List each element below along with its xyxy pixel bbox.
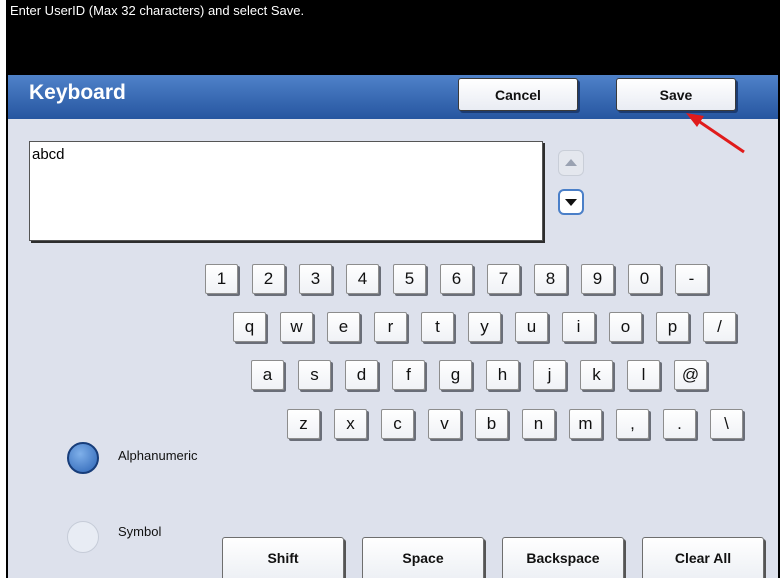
key[interactable]: x bbox=[334, 409, 367, 439]
clear-all-button[interactable]: Clear All bbox=[642, 537, 764, 578]
key[interactable]: c bbox=[381, 409, 414, 439]
key[interactable]: 0 bbox=[628, 264, 661, 294]
key[interactable]: l bbox=[627, 360, 660, 390]
shift-button[interactable]: Shift bbox=[222, 537, 344, 578]
key[interactable]: n bbox=[522, 409, 555, 439]
key[interactable]: q bbox=[233, 312, 266, 342]
key[interactable]: , bbox=[616, 409, 649, 439]
symbol-label: Symbol bbox=[118, 524, 162, 539]
key[interactable]: 9 bbox=[581, 264, 614, 294]
key[interactable]: r bbox=[374, 312, 407, 342]
key[interactable]: y bbox=[468, 312, 501, 342]
key[interactable]: g bbox=[439, 360, 472, 390]
key[interactable]: z bbox=[287, 409, 320, 439]
key[interactable]: p bbox=[656, 312, 689, 342]
key[interactable]: 8 bbox=[534, 264, 567, 294]
key[interactable]: b bbox=[475, 409, 508, 439]
key[interactable]: k bbox=[580, 360, 613, 390]
key[interactable]: j bbox=[533, 360, 566, 390]
key[interactable]: a bbox=[251, 360, 284, 390]
key[interactable]: u bbox=[515, 312, 548, 342]
key[interactable]: h bbox=[486, 360, 519, 390]
key[interactable]: 5 bbox=[393, 264, 426, 294]
key[interactable]: 4 bbox=[346, 264, 379, 294]
key[interactable]: / bbox=[703, 312, 736, 342]
key[interactable]: 2 bbox=[252, 264, 285, 294]
key[interactable]: s bbox=[298, 360, 331, 390]
message-bar: Enter UserID (Max 32 characters) and sel… bbox=[8, 0, 778, 75]
key[interactable]: w bbox=[280, 312, 313, 342]
key[interactable]: \ bbox=[710, 409, 743, 439]
key[interactable]: 7 bbox=[487, 264, 520, 294]
key[interactable]: 1 bbox=[205, 264, 238, 294]
scroll-down-icon[interactable] bbox=[558, 189, 584, 215]
symbol-radio[interactable] bbox=[67, 521, 99, 553]
header-bar: Keyboard Cancel Save bbox=[8, 75, 778, 119]
key[interactable]: d bbox=[345, 360, 378, 390]
alphanumeric-radio[interactable] bbox=[67, 442, 99, 474]
key[interactable]: o bbox=[609, 312, 642, 342]
key[interactable]: e bbox=[327, 312, 360, 342]
key[interactable]: 3 bbox=[299, 264, 332, 294]
space-button[interactable]: Space bbox=[362, 537, 484, 578]
page-title: Keyboard bbox=[29, 81, 126, 104]
key[interactable]: f bbox=[392, 360, 425, 390]
keyboard-screen: Enter UserID (Max 32 characters) and sel… bbox=[6, 0, 780, 578]
key[interactable]: 6 bbox=[440, 264, 473, 294]
key[interactable]: v bbox=[428, 409, 461, 439]
key[interactable]: m bbox=[569, 409, 602, 439]
key[interactable]: - bbox=[675, 264, 708, 294]
scroll-up-icon[interactable] bbox=[558, 150, 584, 176]
save-button[interactable]: Save bbox=[616, 78, 736, 111]
key[interactable]: @ bbox=[674, 360, 707, 390]
backspace-button[interactable]: Backspace bbox=[502, 537, 624, 578]
key[interactable]: . bbox=[663, 409, 696, 439]
userid-input[interactable]: abcd bbox=[29, 141, 543, 241]
alphanumeric-label: Alphanumeric bbox=[118, 448, 198, 463]
key[interactable]: i bbox=[562, 312, 595, 342]
instruction-text: Enter UserID (Max 32 characters) and sel… bbox=[10, 3, 305, 18]
key[interactable]: t bbox=[421, 312, 454, 342]
cancel-button[interactable]: Cancel bbox=[458, 78, 578, 111]
